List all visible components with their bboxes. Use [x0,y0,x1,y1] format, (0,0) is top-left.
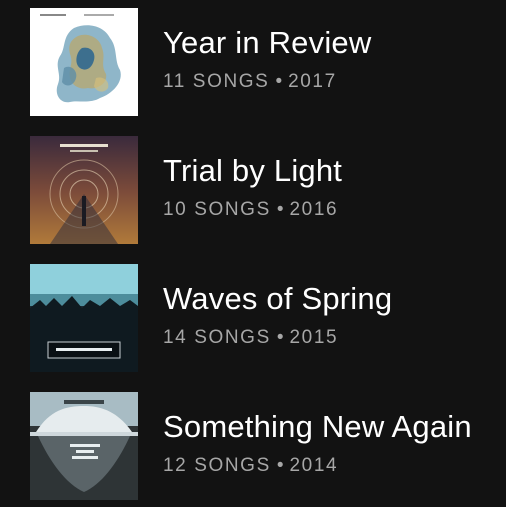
album-meta: 11 SONGS • 2017 [163,71,337,93]
album-meta: 12 SONGS • 2014 [163,455,338,477]
album-cover-art [30,8,138,116]
album-title[interactable]: Year in Review [163,25,371,61]
album-cover[interactable] [30,136,138,244]
meta-separator: • [276,455,284,476]
album-cover-art [30,392,138,500]
album-row-something-new-again[interactable]: Something New Again 12 SONGS • 2014 [0,392,506,502]
album-row-waves-of-spring[interactable]: Waves of Spring 14 SONGS • 2015 [0,264,506,374]
song-count: 11 SONGS [163,71,270,92]
release-year: 2017 [288,71,337,92]
album-list: Year in Review 11 SONGS • 2017 Trial by … [0,0,506,507]
album-meta: 14 SONGS • 2015 [163,327,338,349]
song-count: 10 SONGS [163,199,271,220]
meta-separator: • [275,71,283,92]
album-cover-art [30,136,138,244]
release-year: 2016 [289,199,339,220]
album-title[interactable]: Trial by Light [163,153,342,189]
release-year: 2015 [289,327,339,348]
meta-separator: • [276,199,284,220]
album-row-year-in-review[interactable]: Year in Review 11 SONGS • 2017 [0,8,506,118]
album-cover[interactable] [30,392,138,500]
release-year: 2014 [289,455,339,476]
song-count: 14 SONGS [163,327,271,348]
album-title[interactable]: Waves of Spring [163,281,392,317]
song-count: 12 SONGS [163,455,271,476]
album-title[interactable]: Something New Again [163,409,472,445]
album-meta: 10 SONGS • 2016 [163,199,338,221]
album-cover[interactable] [30,264,138,372]
album-cover[interactable] [30,8,138,116]
album-cover-art [30,264,138,372]
album-row-trial-by-light[interactable]: Trial by Light 10 SONGS • 2016 [0,136,506,246]
meta-separator: • [276,327,284,348]
